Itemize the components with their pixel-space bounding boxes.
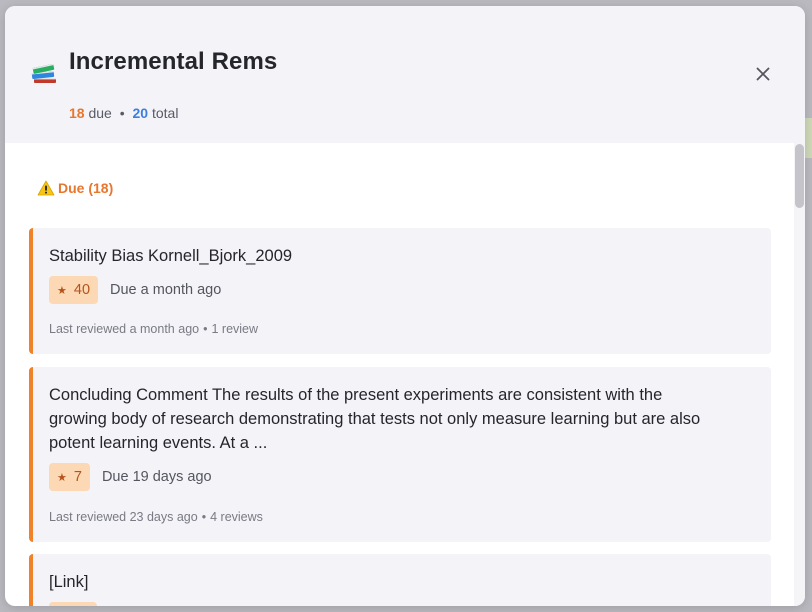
due-count: 18 — [69, 105, 85, 121]
rem-meta: ★ 40 Due a month ago — [49, 276, 221, 304]
modal-header: Incremental Rems 18 due • 20 total — [5, 6, 805, 143]
due-section-header: Due (18) — [37, 180, 113, 196]
rem-title: Concluding Comment The results of the pr… — [49, 386, 701, 452]
priority-badge[interactable] — [49, 602, 97, 606]
star-icon: ★ — [57, 471, 67, 484]
warning-icon — [37, 180, 55, 196]
rem-card[interactable]: [Link] — [29, 554, 771, 606]
due-status: Due a month ago — [110, 282, 222, 298]
due-status: Due 19 days ago — [101, 469, 212, 485]
rem-meta: ★ 7 Due 19 days ago — [49, 463, 212, 491]
stats-summary: 18 due • 20 total — [69, 105, 178, 121]
incremental-rems-modal: Incremental Rems 18 due • 20 total Due (… — [5, 6, 805, 606]
priority-badge[interactable]: ★ 7 — [49, 463, 90, 491]
due-label: due — [88, 105, 112, 121]
total-label: total — [151, 105, 179, 121]
review-info: Last reviewed a month ago • 1 review — [49, 322, 259, 336]
star-icon: ★ — [57, 284, 67, 297]
rem-title: [Link] — [49, 573, 89, 591]
backdrop — [804, 118, 812, 158]
rem-card[interactable]: Concluding Comment The results of the pr… — [29, 367, 771, 542]
scrollbar-thumb[interactable] — [795, 144, 804, 208]
review-count: 4 reviews — [210, 510, 263, 524]
priority-value: 7 — [73, 469, 82, 485]
review-count: 1 review — [211, 322, 259, 336]
total-count: 20 — [132, 105, 149, 121]
close-icon — [756, 67, 770, 81]
last-reviewed: Last reviewed a month ago — [49, 322, 200, 336]
rem-meta — [49, 602, 97, 606]
rem-list[interactable]: Due (18) Stability Bias Kornell_Bjork_20… — [5, 143, 805, 606]
close-button[interactable] — [749, 60, 777, 88]
rem-card[interactable]: Stability Bias Kornell_Bjork_2009 ★ 40 D… — [29, 228, 771, 354]
priority-badge[interactable]: ★ 40 — [49, 276, 99, 304]
stats-separator: • — [119, 105, 125, 121]
last-reviewed: Last reviewed 23 days ago — [49, 510, 198, 524]
priority-value: 40 — [73, 282, 91, 298]
books-icon — [31, 63, 56, 83]
review-info: Last reviewed 23 days ago • 4 reviews — [49, 510, 263, 524]
rem-title: Stability Bias Kornell_Bjork_2009 — [49, 247, 293, 265]
modal-title: Incremental Rems — [69, 48, 278, 75]
due-section-label: Due (18) — [58, 180, 114, 196]
scrollbar-track[interactable] — [794, 143, 805, 606]
